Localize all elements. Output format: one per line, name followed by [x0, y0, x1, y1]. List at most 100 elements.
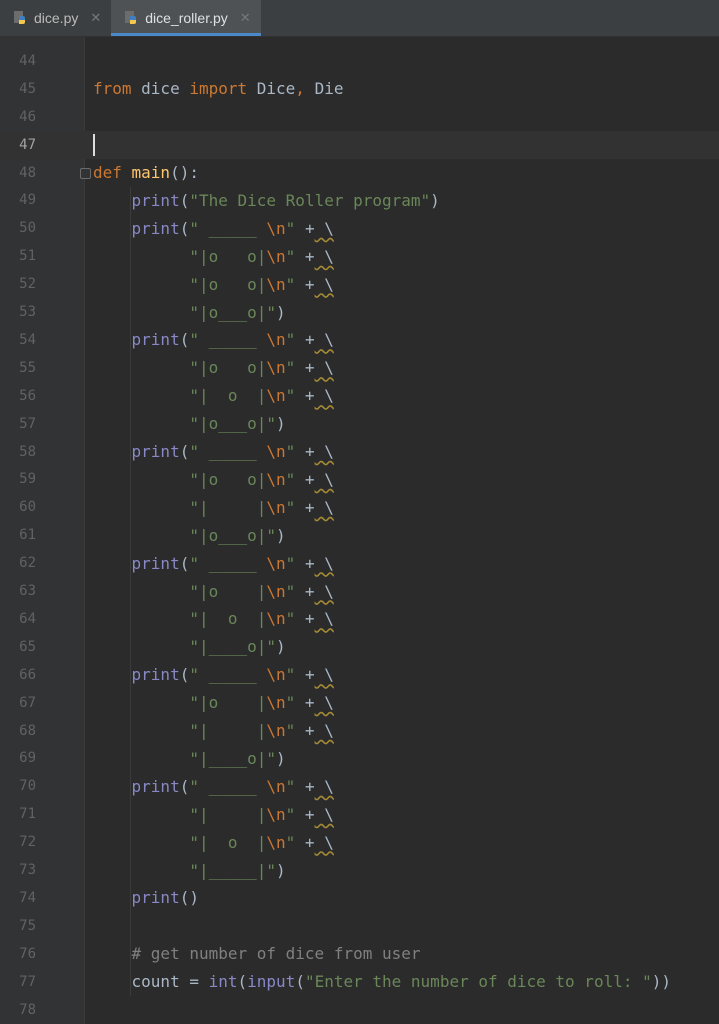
- code-line[interactable]: 78: [0, 996, 719, 1024]
- code-line[interactable]: 46: [0, 103, 719, 131]
- code-text: print(" _____ \n" + \: [131, 330, 334, 350]
- line-number: 49: [19, 192, 36, 209]
- code-text: print(" _____ \n" + \: [131, 553, 334, 573]
- code-line[interactable]: 55 "|o o|\n" + \: [0, 354, 719, 382]
- code-line[interactable]: 53 "|o___o|"): [0, 298, 719, 326]
- code-text: "|o |\n" + \: [189, 581, 334, 601]
- code-line[interactable]: 75: [0, 912, 719, 940]
- line-number: 75: [19, 917, 36, 934]
- code-text: "|o o|\n" + \: [189, 246, 334, 266]
- code-editor[interactable]: 44 45 from dice import Dice, Die 46 47 48 def …: [0, 37, 719, 1024]
- code-text: print(" _____ \n" + \: [131, 665, 334, 685]
- line-number: 63: [19, 583, 36, 600]
- python-file-icon: [125, 11, 137, 24]
- code-line[interactable]: 69 "|____o|"): [0, 745, 719, 773]
- code-text: "|o o|\n" + \: [189, 358, 334, 378]
- fold-icon[interactable]: [80, 167, 91, 179]
- code-line[interactable]: 66 print(" _____ \n" + \: [0, 661, 719, 689]
- line-number: 61: [19, 527, 36, 544]
- code-line[interactable]: 58 print(" _____ \n" + \: [0, 438, 719, 466]
- code-line[interactable]: 63 "|o |\n" + \: [0, 577, 719, 605]
- code-line[interactable]: 44: [0, 47, 719, 75]
- code-line[interactable]: 73 "|_____|"): [0, 856, 719, 884]
- code-line[interactable]: 49 print("The Dice Roller program"): [0, 187, 719, 215]
- code-line[interactable]: 72 "| o |\n" + \: [0, 828, 719, 856]
- code-line[interactable]: 68 "| |\n" + \: [0, 717, 719, 745]
- line-number: 48: [19, 164, 36, 181]
- tab-dice-py[interactable]: dice.py ✕: [0, 0, 111, 36]
- tab-label: dice_roller.py: [145, 10, 228, 26]
- code-line[interactable]: 45 from dice import Dice, Die: [0, 75, 719, 103]
- line-number: 65: [19, 638, 36, 655]
- line-number: 44: [19, 52, 36, 69]
- code-text: "|____o|"): [189, 637, 286, 657]
- code-line[interactable]: 61 "|o___o|"): [0, 521, 719, 549]
- code-text: "|____o|"): [189, 748, 286, 768]
- code-line[interactable]: 50 print(" _____ \n" + \: [0, 214, 719, 242]
- code-line[interactable]: 51 "|o o|\n" + \: [0, 242, 719, 270]
- line-number: 69: [19, 750, 36, 767]
- code-line[interactable]: 60 "| |\n" + \: [0, 493, 719, 521]
- tab-dice-roller-py[interactable]: dice_roller.py ✕: [111, 0, 262, 36]
- line-number: 55: [19, 359, 36, 376]
- close-icon[interactable]: ✕: [240, 10, 251, 26]
- code-line[interactable]: 59 "|o o|\n" + \: [0, 466, 719, 494]
- line-number: 47: [19, 136, 36, 153]
- code-text: from dice import Dice, Die: [93, 79, 344, 99]
- line-number: 57: [19, 415, 36, 432]
- code-text: def main():: [93, 163, 199, 183]
- code-line[interactable]: 56 "| o |\n" + \: [0, 382, 719, 410]
- code-line[interactable]: 77 count = int(input("Enter the number o…: [0, 968, 719, 996]
- code-text: "|o o|\n" + \: [189, 274, 334, 294]
- line-number: 78: [19, 1001, 36, 1018]
- code-text: "|o o|\n" + \: [189, 469, 334, 489]
- code-line[interactable]: 54 print(" _____ \n" + \: [0, 326, 719, 354]
- code-line[interactable]: 74 print(): [0, 884, 719, 912]
- code-text: print("The Dice Roller program"): [131, 190, 440, 210]
- text-caret: [93, 133, 95, 156]
- code-line[interactable]: 62 print(" _____ \n" + \: [0, 549, 719, 577]
- line-number: 56: [19, 387, 36, 404]
- code-text: "| |\n" + \: [189, 721, 334, 741]
- code-line[interactable]: 57 "|o___o|"): [0, 410, 719, 438]
- code-line[interactable]: 47: [0, 130, 719, 159]
- code-text: # get number of dice from user: [131, 944, 421, 964]
- code-text: "| o |\n" + \: [189, 609, 334, 629]
- code-text: count = int(input("Enter the number of d…: [93, 972, 671, 992]
- code-text: "|o___o|"): [189, 302, 286, 322]
- line-number: 72: [19, 834, 36, 851]
- code-text: print(" _____ \n" + \: [131, 442, 334, 462]
- line-number: 60: [19, 499, 36, 516]
- tab-label: dice.py: [34, 10, 79, 26]
- code-line[interactable]: 65 "|____o|"): [0, 633, 719, 661]
- code-line[interactable]: 52 "|o o|\n" + \: [0, 270, 719, 298]
- editor-tab-bar: dice.py ✕ dice_roller.py ✕: [0, 0, 719, 37]
- code-text: "| |\n" + \: [189, 497, 334, 517]
- python-file-icon: [14, 11, 25, 24]
- close-icon[interactable]: ✕: [90, 10, 101, 26]
- code-text: "| |\n" + \: [189, 804, 334, 824]
- code-text: "| o |\n" + \: [189, 832, 334, 852]
- code-line[interactable]: 64 "| o |\n" + \: [0, 605, 719, 633]
- code-line[interactable]: 67 "|o |\n" + \: [0, 689, 719, 717]
- code-text: "|o |\n" + \: [189, 693, 334, 713]
- line-number: 45: [19, 80, 36, 97]
- code-text: "| o |\n" + \: [189, 386, 334, 406]
- code-line[interactable]: 70 print(" _____ \n" + \: [0, 772, 719, 800]
- code-line[interactable]: 71 "| |\n" + \: [0, 800, 719, 828]
- line-number: 53: [19, 304, 36, 321]
- line-number: 52: [19, 276, 36, 293]
- code-line[interactable]: 76 # get number of dice from user: [0, 940, 719, 968]
- line-number: 73: [19, 862, 36, 879]
- line-number: 67: [19, 694, 36, 711]
- code-text: print(): [131, 888, 199, 908]
- line-number: 46: [19, 108, 36, 125]
- line-number: 64: [19, 610, 36, 627]
- line-number: 74: [19, 889, 36, 906]
- code-text: print(" _____ \n" + \: [131, 218, 334, 238]
- code-text: "|o___o|"): [189, 525, 286, 545]
- line-number: 51: [19, 248, 36, 265]
- code-text: "|_____|"): [189, 860, 286, 880]
- code-line[interactable]: 48 def main():: [0, 159, 719, 187]
- line-number: 71: [19, 806, 36, 823]
